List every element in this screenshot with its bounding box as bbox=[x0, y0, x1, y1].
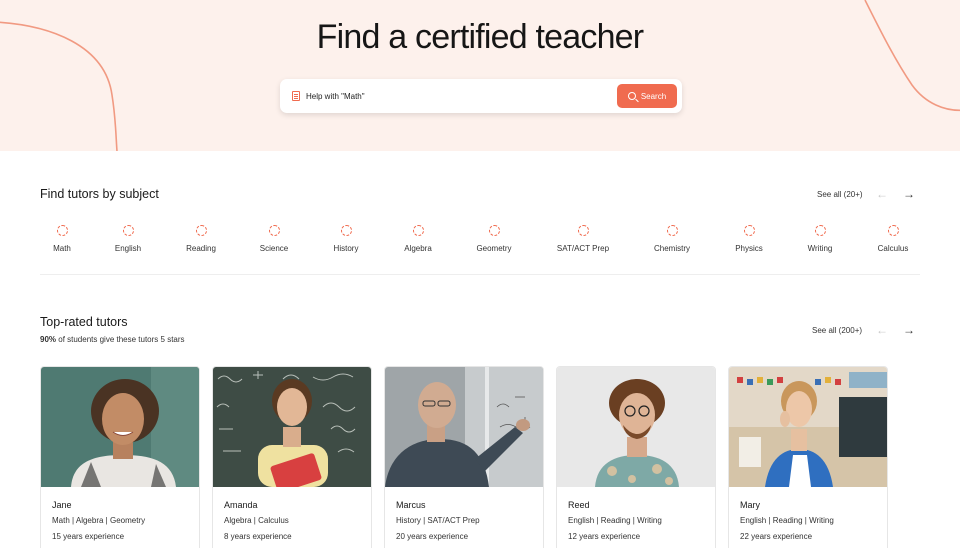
search-button-label: Search bbox=[640, 91, 667, 101]
arrow-left-icon[interactable]: ← bbox=[876, 324, 888, 336]
dashed-circle-icon bbox=[122, 225, 134, 236]
hero-banner: Find a certified teacher Search bbox=[0, 0, 960, 151]
subject-item[interactable]: Geometry bbox=[454, 225, 534, 253]
dashed-circle-icon bbox=[488, 225, 500, 236]
subject-item[interactable]: Science bbox=[234, 225, 314, 253]
dashed-circle-icon bbox=[195, 225, 207, 236]
subject-item[interactable]: Reading bbox=[161, 225, 241, 253]
subject-label: Writing bbox=[807, 244, 833, 253]
document-icon bbox=[292, 91, 300, 101]
tutor-name: Marcus bbox=[396, 500, 426, 510]
subject-item[interactable]: Writing bbox=[780, 225, 860, 253]
tutor-subjects: Algebra | Calculus bbox=[224, 516, 289, 525]
tutors-subtitle-text: of students give these tutors 5 stars bbox=[56, 335, 185, 344]
subject-item[interactable]: SAT/ACT Prep bbox=[543, 225, 623, 253]
subject-label: Geometry bbox=[476, 244, 512, 253]
subject-item[interactable]: Chemistry bbox=[632, 225, 712, 253]
subject-item[interactable]: English bbox=[88, 225, 168, 253]
tutor-photo bbox=[213, 367, 371, 487]
subject-label: History bbox=[333, 244, 359, 253]
tutor-photo bbox=[557, 367, 715, 487]
arrow-right-icon[interactable]: → bbox=[903, 324, 915, 336]
search-bar: Search bbox=[280, 79, 682, 113]
tutor-card[interactable]: Jane Math | Algebra | Geometry 15 years … bbox=[40, 366, 200, 548]
tutor-photo bbox=[41, 367, 199, 487]
tutors-subtitle-stat: 90% bbox=[40, 335, 57, 344]
subject-label: Physics bbox=[735, 244, 763, 253]
tutor-card[interactable]: Amanda Algebra | Calculus 8 years experi… bbox=[212, 366, 372, 548]
tutor-photo bbox=[385, 367, 543, 487]
tutor-experience: 8 years experience bbox=[224, 532, 292, 541]
subject-list: Math English Reading Science History Alg… bbox=[40, 225, 920, 275]
dashed-circle-icon bbox=[666, 225, 678, 236]
tutor-subjects: Math | Algebra | Geometry bbox=[52, 516, 146, 525]
subject-label: Reading bbox=[186, 244, 216, 253]
subject-label: Science bbox=[259, 244, 289, 253]
dashed-circle-icon bbox=[887, 225, 899, 236]
subject-item[interactable]: History bbox=[306, 225, 386, 253]
subject-label: English bbox=[114, 244, 142, 253]
arrow-left-icon[interactable]: ← bbox=[876, 188, 888, 200]
dashed-circle-icon bbox=[340, 225, 352, 236]
search-icon bbox=[627, 91, 636, 100]
tutor-name: Reed bbox=[568, 500, 590, 510]
tutor-name: Mary bbox=[740, 500, 760, 510]
tutor-card[interactable]: Mary English | Reading | Writing 22 year… bbox=[728, 366, 888, 548]
subject-label: Chemistry bbox=[653, 244, 690, 253]
arrow-right-icon[interactable]: → bbox=[903, 188, 915, 200]
tutor-card[interactable]: Reed English | Reading | Writing 12 year… bbox=[556, 366, 716, 548]
tutor-subjects: History | SAT/ACT Prep bbox=[396, 516, 480, 525]
tutor-name: Amanda bbox=[224, 500, 258, 510]
subjects-section-title: Find tutors by subject bbox=[40, 187, 159, 201]
subject-item[interactable]: Physics bbox=[709, 225, 789, 253]
tutor-subjects: English | Reading | Writing bbox=[740, 516, 834, 525]
tutor-card[interactable]: Marcus History | SAT/ACT Prep 20 years e… bbox=[384, 366, 544, 548]
tutor-name: Jane bbox=[52, 500, 72, 510]
subjects-see-all-link[interactable]: See all (20+) bbox=[817, 190, 863, 199]
dashed-circle-icon bbox=[268, 225, 280, 236]
tutors-subtitle: 90% of students give these tutors 5 star… bbox=[40, 335, 185, 344]
tutor-experience: 15 years experience bbox=[52, 532, 125, 541]
subject-label: Algebra bbox=[404, 244, 432, 253]
tutor-photo bbox=[729, 367, 887, 487]
dashed-circle-icon bbox=[56, 225, 68, 236]
subject-label: Calculus bbox=[877, 244, 909, 253]
subject-label: SAT/ACT Prep bbox=[556, 244, 610, 253]
tutor-experience: 22 years experience bbox=[740, 532, 813, 541]
page-title: Find a certified teacher bbox=[316, 18, 644, 56]
tutor-experience: 12 years experience bbox=[568, 532, 641, 541]
tutors-see-all-link[interactable]: See all (200+) bbox=[812, 326, 862, 335]
subject-item[interactable]: Algebra bbox=[378, 225, 458, 253]
tutors-section-title: Top-rated tutors bbox=[40, 315, 128, 329]
dashed-circle-icon bbox=[743, 225, 755, 236]
subject-item[interactable]: Calculus bbox=[853, 225, 933, 253]
search-button[interactable]: Search bbox=[617, 84, 677, 108]
dashed-circle-icon bbox=[577, 225, 589, 236]
search-input[interactable] bbox=[306, 88, 606, 104]
tutor-subjects: English | Reading | Writing bbox=[568, 516, 662, 525]
dashed-circle-icon bbox=[814, 225, 826, 236]
tutor-experience: 20 years experience bbox=[396, 532, 469, 541]
dashed-circle-icon bbox=[412, 225, 424, 236]
